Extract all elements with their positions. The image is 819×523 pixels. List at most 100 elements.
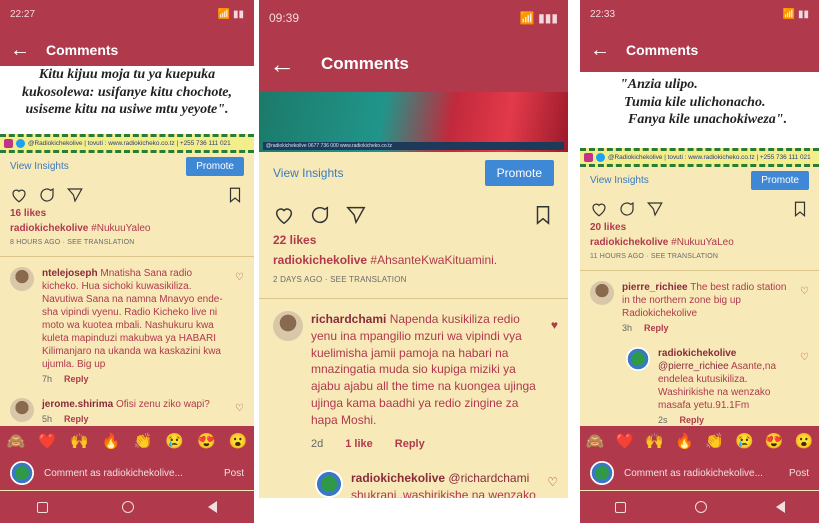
share-icon[interactable] [345, 204, 367, 226]
quote-line: Kitu kijuu moja tu ya kuepuka [38, 67, 216, 82]
reply-button[interactable]: Reply [680, 415, 705, 427]
emoji-heart-eyes-icon[interactable]: 😍 [197, 432, 216, 450]
comment-icon[interactable] [618, 200, 636, 218]
android-nav-bar [0, 491, 254, 523]
reply-item: radiokichekolive @pierre_richiee Asante,… [580, 341, 819, 433]
back-icon[interactable] [775, 501, 785, 513]
heart-outline-icon[interactable]: ♡ [235, 271, 244, 284]
comment-compose-bar: Comment as radiokichekolive... Post [0, 456, 254, 490]
emoji-clap-icon[interactable]: 👏 [705, 432, 724, 450]
reply-item: radiokichekolive @richardchami shukrani.… [259, 460, 568, 498]
contact-text: @Radiokichekolive | tovuti : www.radioki… [608, 154, 811, 161]
share-icon[interactable] [646, 200, 664, 218]
avatar[interactable] [273, 311, 303, 341]
home-icon[interactable] [122, 501, 134, 513]
promote-button[interactable]: Promote [751, 171, 809, 190]
reply-button[interactable]: Reply [64, 414, 89, 426]
bookmark-icon[interactable] [532, 204, 554, 226]
post-photo: @radiokichekolive 0677 736 000 www.radio… [259, 92, 568, 152]
comment-user[interactable]: radiokichekolive [658, 348, 736, 359]
emoji-cry-icon[interactable]: 😢 [735, 432, 754, 450]
heart-outline-icon[interactable]: ♡ [800, 285, 809, 298]
page-title: Comments [321, 54, 409, 73]
comment-user[interactable]: pierre_richiee [622, 282, 688, 293]
heart-icon[interactable] [590, 200, 608, 218]
heart-icon[interactable] [10, 186, 28, 204]
emoji-heart-eyes-icon[interactable]: 😍 [765, 432, 784, 450]
caption-user[interactable]: radiokichekolive [590, 237, 668, 248]
caption-user[interactable]: radiokichekolive [273, 253, 367, 267]
caption-hashtag[interactable]: #NukuuYaLeo [671, 237, 734, 248]
avatar[interactable] [10, 267, 34, 291]
reply-button[interactable]: Reply [644, 323, 669, 335]
comment-user[interactable]: richardchami [311, 312, 386, 326]
likes-count[interactable]: 20 likes [580, 220, 819, 235]
avatar[interactable] [315, 469, 343, 498]
emoji-clap-icon[interactable]: 👏 [134, 432, 153, 450]
caption-hashtag[interactable]: #NukuuYaleo [91, 223, 150, 234]
comment-input[interactable]: Comment as radiokichekolive... [44, 468, 183, 479]
bookmark-icon[interactable] [791, 200, 809, 218]
post-actions [0, 180, 254, 206]
comment-icon[interactable] [38, 186, 56, 204]
emoji-raised-hands-icon[interactable]: 🙌 [645, 432, 664, 450]
status-time: 22:27 [10, 8, 36, 20]
comment-icon[interactable] [309, 204, 331, 226]
phone-screen-3: 22:33 📶 ▮▮ ← Comments "Anzia ulipo. Tumi… [580, 0, 819, 523]
emoji-fire-icon[interactable]: 🔥 [675, 432, 694, 450]
caption-hashtag[interactable]: #AhsanteKwaKituamini. [370, 253, 497, 267]
twitter-icon [596, 153, 605, 162]
emoji-monkey-icon[interactable]: 🙈 [586, 432, 605, 450]
emoji-heart-icon[interactable]: ❤️ [38, 432, 57, 450]
likes-link[interactable]: 1 like [345, 437, 373, 452]
share-icon[interactable] [66, 186, 84, 204]
avatar[interactable] [10, 397, 34, 422]
reply-button[interactable]: Reply [395, 437, 425, 452]
heart-outline-icon[interactable]: ♡ [235, 402, 244, 415]
emoji-wow-icon[interactable]: 😮 [795, 432, 814, 450]
comment-user[interactable]: ntelejoseph [42, 268, 98, 279]
reply-button[interactable]: Reply [64, 374, 89, 386]
post-button[interactable]: Post [789, 468, 809, 479]
comment-input[interactable]: Comment as radiokichekolive... [624, 468, 763, 479]
post-button[interactable]: Post [224, 468, 244, 479]
status-time: 22:33 [590, 8, 616, 20]
emoji-heart-icon[interactable]: ❤️ [615, 432, 634, 450]
recents-icon[interactable] [614, 501, 626, 513]
recents-icon[interactable] [37, 501, 48, 513]
back-arrow-icon[interactable]: ← [590, 39, 610, 62]
mention[interactable]: @richardchami [448, 471, 529, 485]
status-bar: 22:33 📶 ▮▮ [580, 0, 819, 28]
emoji-wow-icon[interactable]: 😮 [229, 432, 248, 450]
likes-count[interactable]: 16 likes [0, 206, 254, 221]
emoji-monkey-icon[interactable]: 🙈 [7, 432, 26, 450]
quote-image: "Anzia ulipo. Tumia kile ulichonacho. Fa… [580, 72, 819, 148]
promote-button[interactable]: Promote [186, 157, 244, 176]
back-arrow-icon[interactable]: ← [269, 49, 295, 80]
promote-button[interactable]: Promote [484, 160, 554, 186]
heart-outline-icon[interactable]: ♡ [547, 474, 558, 491]
avatar[interactable] [590, 281, 614, 305]
comments-header: ← Comments [259, 36, 568, 92]
back-arrow-icon[interactable]: ← [10, 39, 30, 62]
insights-row: View Insights Promote [580, 167, 819, 194]
view-insights-link[interactable]: View Insights [10, 161, 69, 172]
avatar[interactable] [626, 346, 650, 371]
back-icon[interactable] [208, 501, 217, 513]
heart-outline-icon[interactable]: ♡ [800, 351, 809, 364]
mention[interactable]: @pierre_richiee [658, 361, 729, 372]
likes-count[interactable]: 22 likes [259, 230, 568, 250]
comment-user[interactable]: jerome.shirima [42, 399, 113, 410]
home-icon[interactable] [694, 501, 707, 513]
view-insights-link[interactable]: View Insights [590, 175, 649, 186]
bookmark-icon[interactable] [226, 186, 244, 204]
comment-user[interactable]: radiokichekolive [351, 471, 445, 485]
emoji-raised-hands-icon[interactable]: 🙌 [70, 432, 89, 450]
view-insights-link[interactable]: View Insights [273, 166, 343, 180]
heart-icon[interactable] [273, 204, 295, 226]
emoji-cry-icon[interactable]: 😢 [165, 432, 184, 450]
divider [259, 298, 568, 299]
emoji-fire-icon[interactable]: 🔥 [102, 432, 121, 450]
caption-user[interactable]: radiokichekolive [10, 223, 88, 234]
heart-filled-icon[interactable]: ♥ [551, 317, 558, 334]
